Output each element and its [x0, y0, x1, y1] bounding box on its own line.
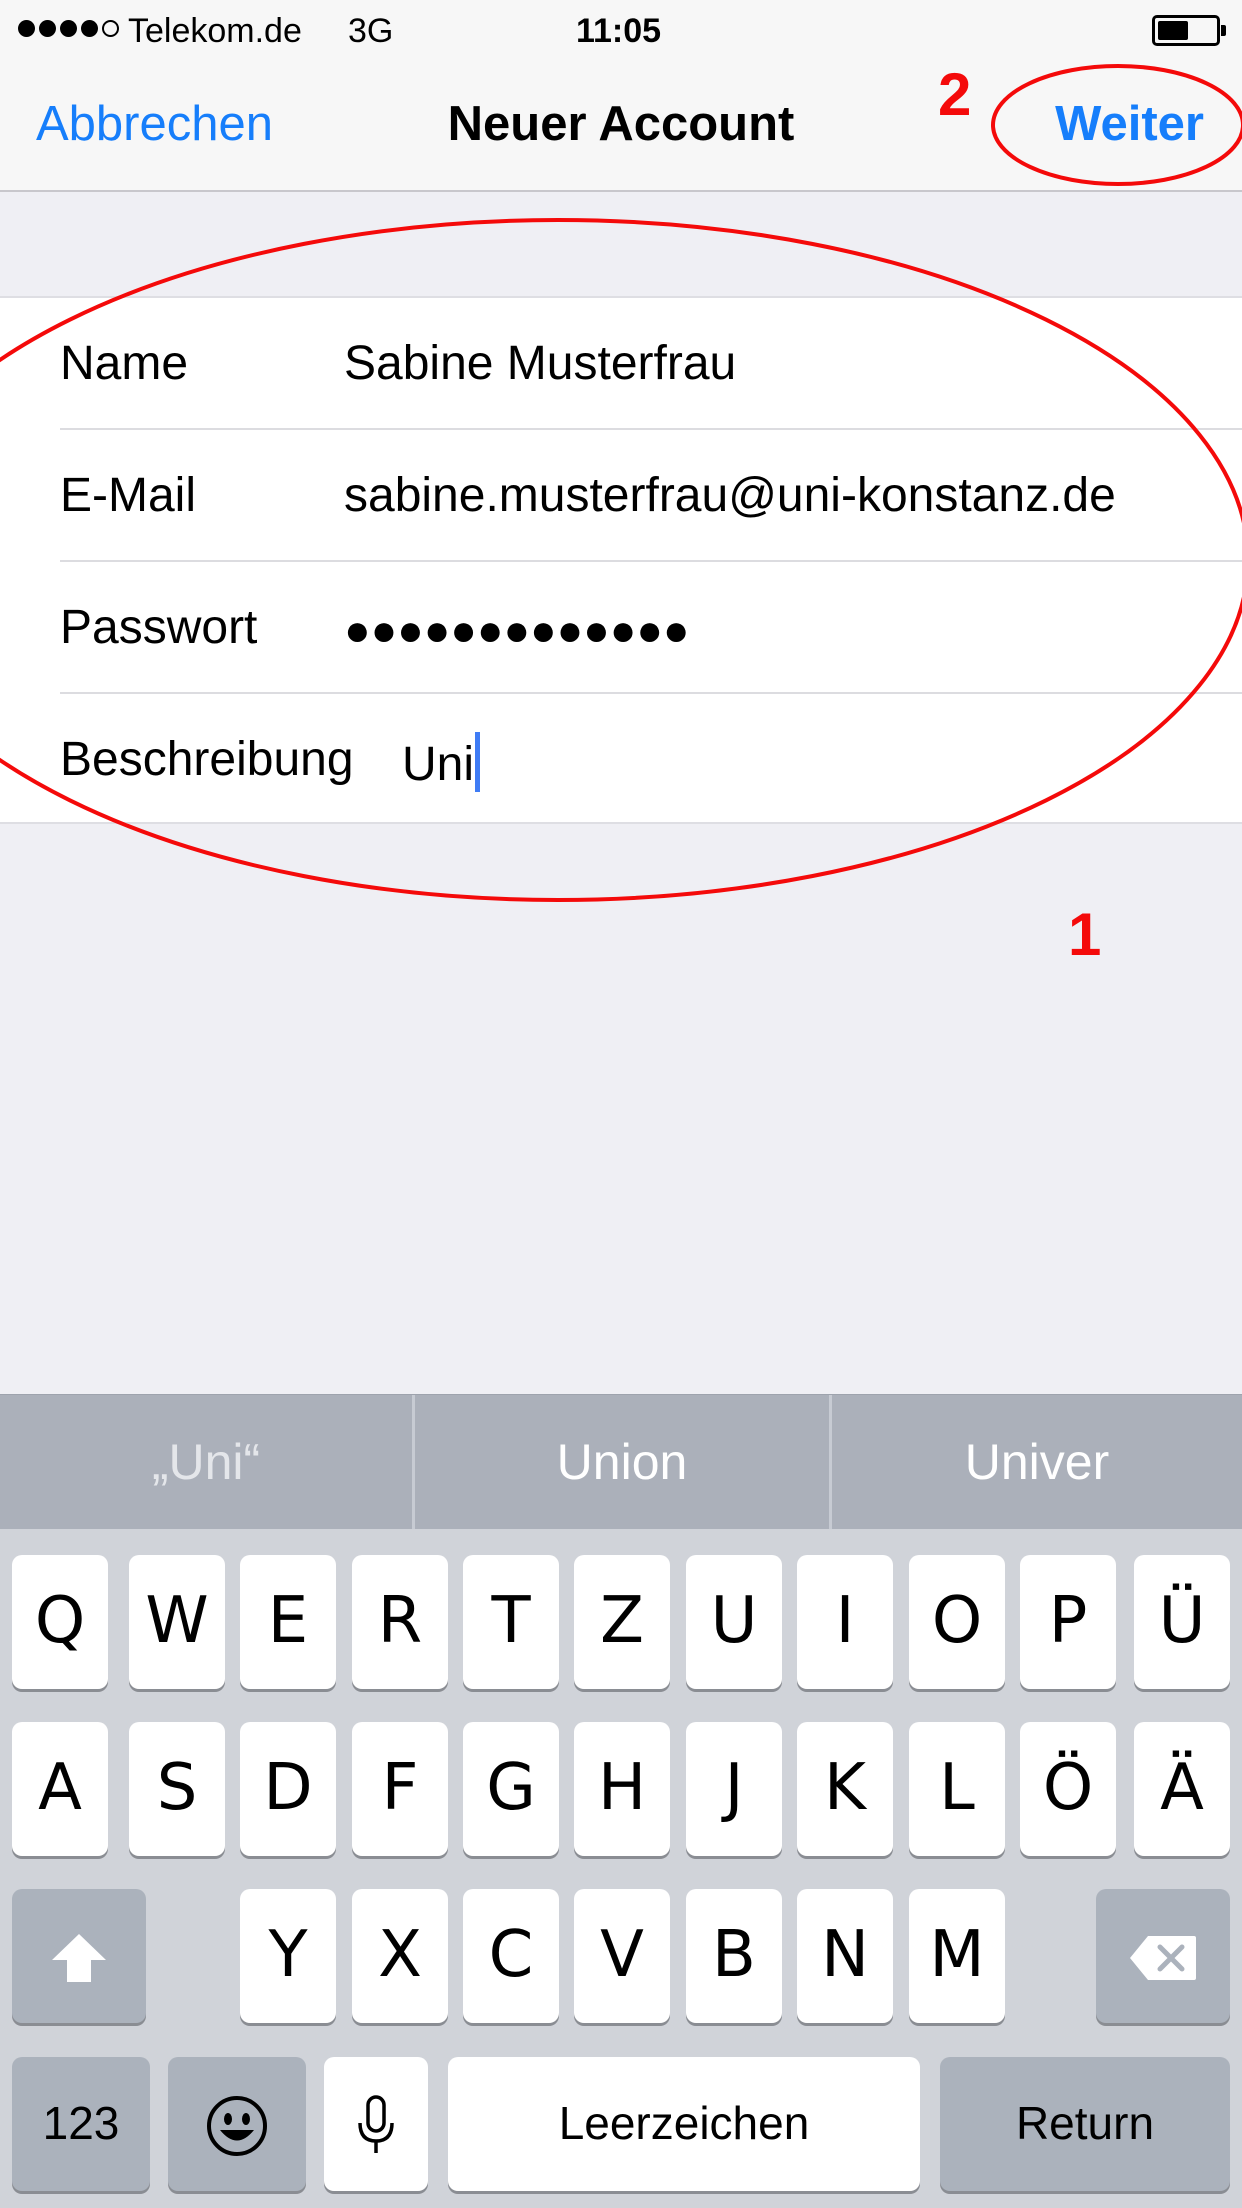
prediction-1[interactable]: „Uni“: [0, 1395, 412, 1530]
key-z[interactable]: Z: [574, 1555, 670, 1689]
key-b[interactable]: B: [686, 1889, 782, 2023]
key-w[interactable]: W: [129, 1555, 225, 1689]
key-d[interactable]: D: [240, 1722, 336, 1856]
space-key[interactable]: Leerzeichen: [448, 2057, 920, 2191]
key-ae[interactable]: Ä: [1134, 1722, 1230, 1856]
shift-icon: [52, 1934, 106, 1983]
key-r[interactable]: R: [352, 1555, 448, 1689]
key-o[interactable]: O: [909, 1555, 1005, 1689]
key-t[interactable]: T: [463, 1555, 559, 1689]
key-ue[interactable]: Ü: [1134, 1555, 1230, 1689]
dictation-key[interactable]: [324, 2057, 428, 2191]
key-q[interactable]: Q: [12, 1555, 108, 1689]
annotation-ellipse-form: [0, 218, 1242, 902]
annotation-marker-2: 2: [938, 61, 972, 128]
key-h[interactable]: H: [574, 1722, 670, 1856]
key-g[interactable]: G: [463, 1722, 559, 1856]
key-c[interactable]: C: [463, 1889, 559, 2023]
microphone-icon: [358, 2095, 394, 2154]
shift-key[interactable]: [12, 1889, 146, 2023]
annotation-marker-1: 1: [1068, 901, 1102, 968]
prediction-2[interactable]: Union: [415, 1395, 829, 1530]
key-p[interactable]: P: [1020, 1555, 1116, 1689]
key-i[interactable]: I: [797, 1555, 893, 1689]
backspace-key[interactable]: [1096, 1889, 1230, 2023]
key-v[interactable]: V: [574, 1889, 670, 2023]
key-a[interactable]: A: [12, 1722, 108, 1856]
key-m[interactable]: M: [909, 1889, 1005, 2023]
return-key[interactable]: Return: [940, 2057, 1230, 2191]
keyboard: Q W E R T Z U I O P Ü A S D F G H J K L …: [0, 1529, 1242, 2208]
emoji-key[interactable]: [168, 2057, 306, 2191]
key-y[interactable]: Y: [240, 1889, 336, 2023]
backspace-icon: [1130, 1936, 1196, 1981]
key-f[interactable]: F: [352, 1722, 448, 1856]
key-s[interactable]: S: [129, 1722, 225, 1856]
annotation-ellipse-next: [991, 64, 1242, 186]
key-e[interactable]: E: [240, 1555, 336, 1689]
key-j[interactable]: J: [686, 1722, 782, 1856]
key-oe[interactable]: Ö: [1020, 1722, 1116, 1856]
prediction-3[interactable]: Univer: [832, 1395, 1242, 1530]
key-n[interactable]: N: [797, 1889, 893, 2023]
key-u[interactable]: U: [686, 1555, 782, 1689]
key-x[interactable]: X: [352, 1889, 448, 2023]
key-l[interactable]: L: [909, 1722, 1005, 1856]
key-k[interactable]: K: [797, 1722, 893, 1856]
prediction-bar: „Uni“ Union Univer: [0, 1394, 1242, 1530]
numbers-key[interactable]: 123: [12, 2057, 150, 2191]
emoji-icon: [207, 2096, 267, 2157]
